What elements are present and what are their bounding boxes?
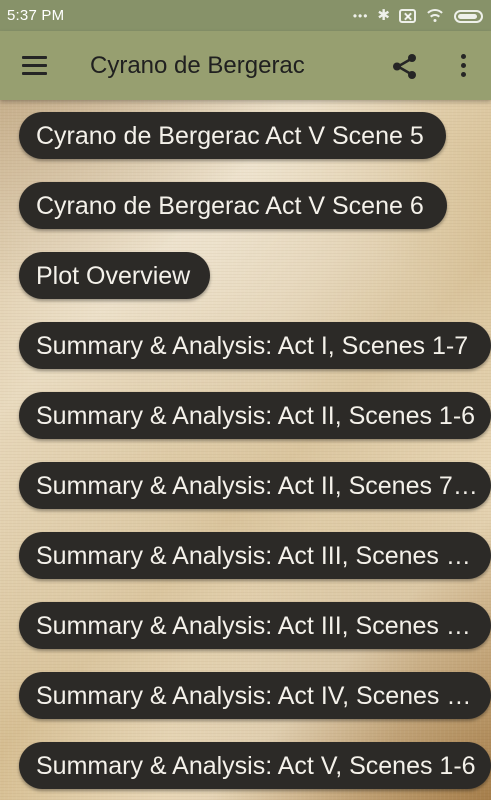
chapter-item[interactable]: Summary & Analysis: Act III, Scenes 1-4: [19, 532, 491, 579]
more-dot-icon: [461, 63, 466, 68]
chapter-label: Cyrano de Bergerac Act V Scene 6: [36, 192, 424, 220]
more-options-button[interactable]: [453, 52, 473, 80]
share-button[interactable]: [389, 51, 420, 82]
chapter-label: Summary & Analysis: Act II, Scenes 7-...: [36, 472, 479, 500]
more-dot-icon: [461, 72, 466, 77]
more-dot-icon: [461, 54, 466, 59]
status-time: 5:37 PM: [7, 7, 65, 24]
status-bar: 5:37 PM ••• ✱: [0, 0, 491, 31]
notification-dots-icon: •••: [352, 9, 369, 23]
chapter-label: Summary & Analysis: Act I, Scenes 1-7: [36, 332, 469, 360]
share-icon: [393, 54, 416, 79]
navigation-menu-button[interactable]: [22, 56, 47, 75]
chapter-label: Summary & Analysis: Act III, Scenes 5...: [36, 612, 479, 640]
chapter-content: Cyrano de Bergerac Act V Scene 5 Cyrano …: [0, 100, 491, 800]
chapter-label: Summary & Analysis: Act III, Scenes 1-4: [36, 542, 479, 570]
chapter-item[interactable]: Cyrano de Bergerac Act V Scene 6: [19, 182, 447, 229]
chapter-item[interactable]: Summary & Analysis: Act III, Scenes 5...: [19, 602, 491, 649]
chapter-label: Plot Overview: [36, 262, 191, 290]
chapter-item[interactable]: Plot Overview: [19, 252, 210, 299]
chapter-item[interactable]: Cyrano de Bergerac Act V Scene 5: [19, 112, 446, 159]
status-icons: ••• ✱: [353, 7, 483, 25]
app-title: Cyrano de Bergerac: [90, 52, 305, 79]
menu-line-icon: [22, 72, 47, 75]
chapter-list: Cyrano de Bergerac Act V Scene 5 Cyrano …: [0, 100, 491, 800]
bluetooth-icon: ✱: [377, 7, 390, 24]
chapter-item[interactable]: Summary & Analysis: Act II, Scenes 1-6: [19, 392, 491, 439]
chapter-label: Summary & Analysis: Act IV, Scenes 1-5: [36, 682, 479, 710]
wifi-icon: [425, 9, 445, 23]
chapter-label: Cyrano de Bergerac Act V Scene 5: [36, 122, 424, 150]
chapter-label: Summary & Analysis: Act V, Scenes 1-6: [36, 752, 476, 780]
chapter-item[interactable]: Summary & Analysis: Act V, Scenes 1-6: [19, 742, 491, 789]
battery-icon: [454, 9, 483, 23]
menu-line-icon: [22, 64, 47, 67]
chapter-item[interactable]: Summary & Analysis: Act II, Scenes 7-...: [19, 462, 491, 509]
no-sim-icon: [399, 9, 416, 23]
chapter-label: Summary & Analysis: Act II, Scenes 1-6: [36, 402, 476, 430]
app-bar: Cyrano de Bergerac: [0, 31, 491, 100]
mobile-screen: 5:37 PM ••• ✱ Cyrano de Bergerac Cyrano …: [0, 0, 491, 800]
menu-line-icon: [22, 56, 47, 59]
chapter-item[interactable]: Summary & Analysis: Act IV, Scenes 1-5: [19, 672, 491, 719]
chapter-item[interactable]: Summary & Analysis: Act I, Scenes 1-7: [19, 322, 491, 369]
